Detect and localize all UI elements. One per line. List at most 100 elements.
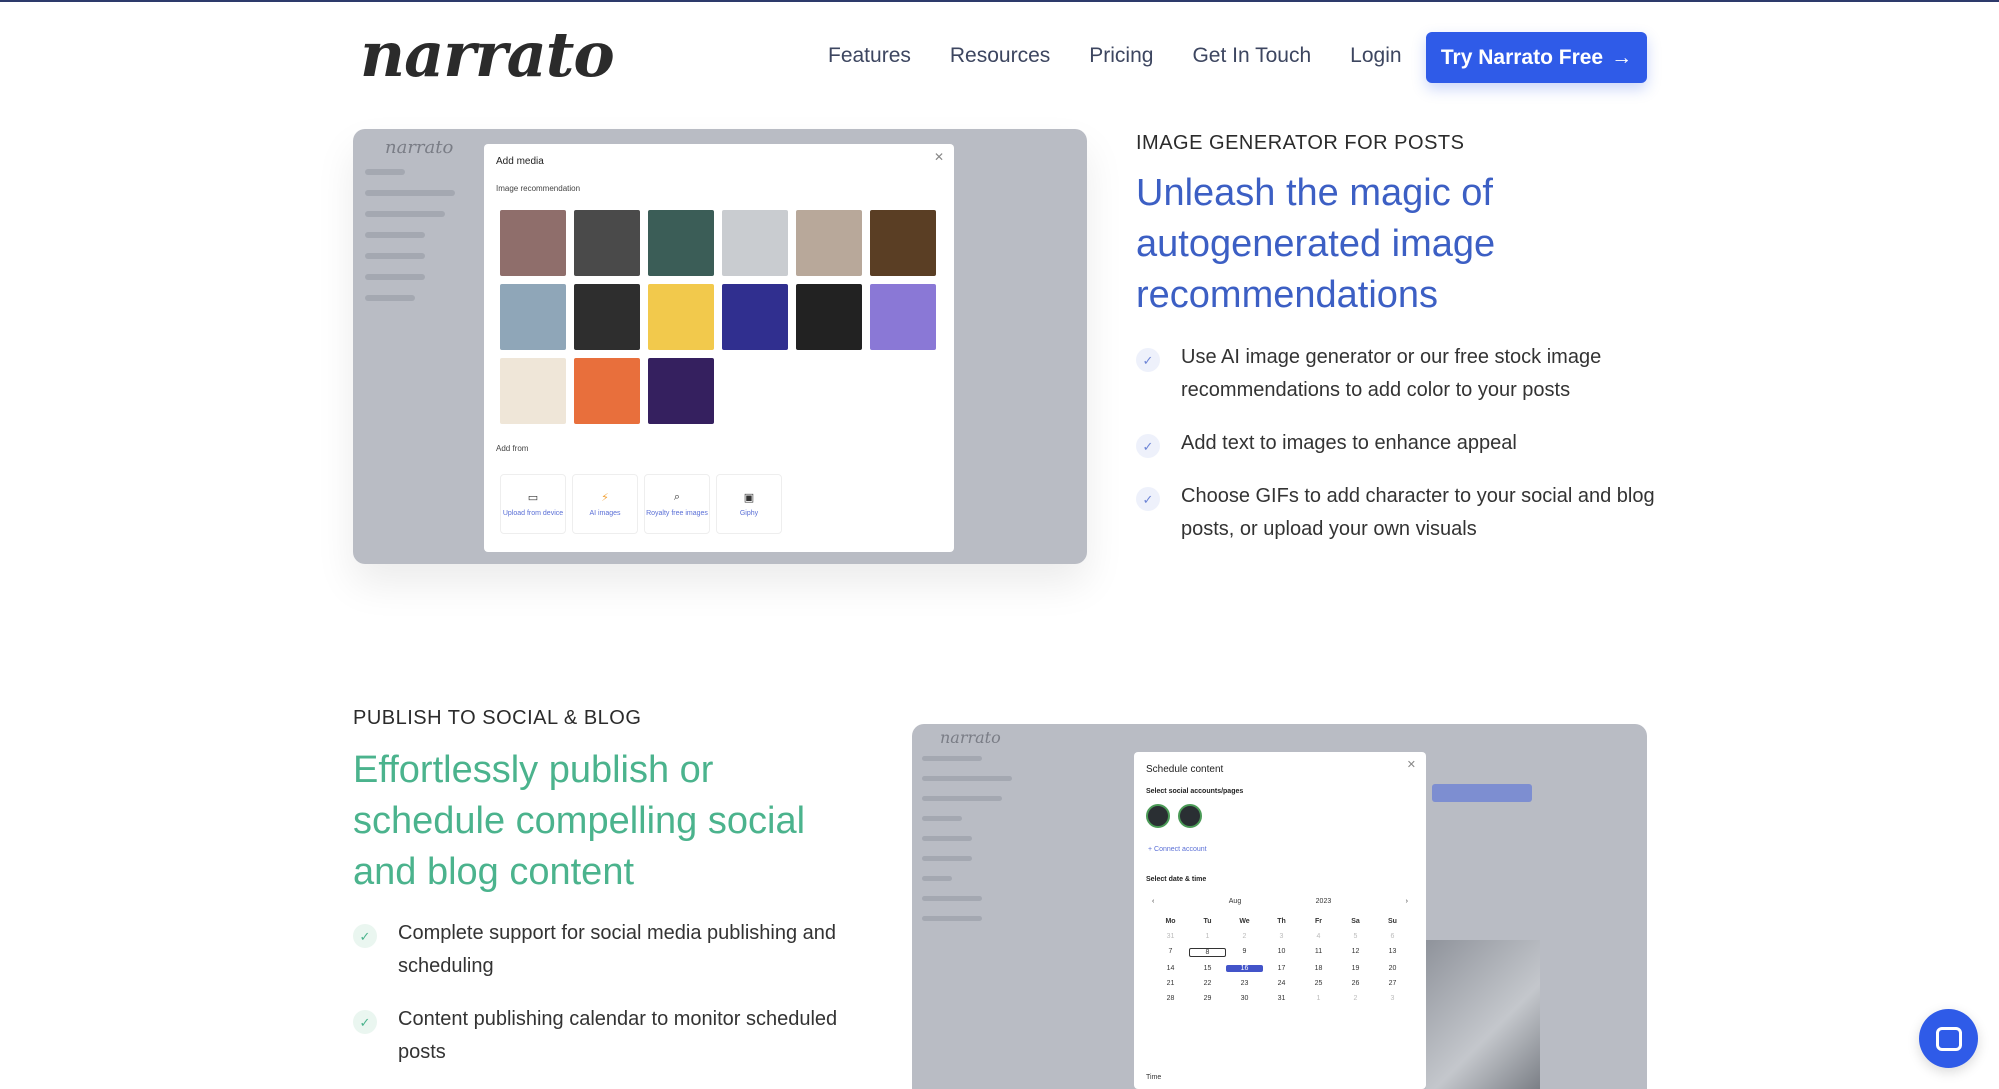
mockup-sidebar	[365, 169, 465, 316]
calendar-day: 24	[1277, 980, 1286, 987]
media-sources: ▭ Upload from device ⚡ AI images ⌕ Royalty …	[500, 474, 782, 534]
calendar-weekday: Su	[1388, 918, 1397, 925]
calendar-day: 3	[1279, 933, 1284, 940]
ai-images-option: ⚡ AI images	[572, 474, 638, 534]
calendar-day: 29	[1203, 995, 1212, 1002]
image-thumbnail	[574, 358, 640, 424]
image-thumbnail-grid	[500, 210, 940, 424]
list-item: ✓ Complete support for social media publi…	[353, 917, 873, 983]
narrato-logo[interactable]: narrato	[360, 18, 615, 91]
calendar-day: 28	[1166, 995, 1175, 1002]
calendar-day: 1	[1316, 995, 1321, 1002]
calendar-day: 11	[1314, 948, 1323, 955]
image-generator-screenshot: narrato Add media ✕ Image recommendation…	[353, 129, 1087, 564]
calendar-day: 6	[1390, 933, 1395, 940]
arrow-right-icon: →	[1611, 45, 1633, 69]
cta-label: Try Narrato Free	[1440, 45, 1604, 69]
calendar-day: 10	[1277, 948, 1286, 955]
connect-account-link: + Connect account	[1148, 846, 1207, 853]
calendar-day: 26	[1351, 980, 1360, 987]
check-icon: ✓	[1136, 434, 1160, 458]
time-label: Time	[1146, 1074, 1162, 1081]
image-generator-eyebrow: IMAGE GENERATOR FOR POSTS	[1136, 132, 1465, 154]
chevron-left-icon: ‹	[1152, 898, 1155, 905]
calendar-day: 27	[1388, 980, 1397, 987]
calendar-weekday: We	[1239, 918, 1250, 925]
image-thumbnail	[870, 210, 936, 276]
mockup-logo: narrato	[385, 137, 454, 158]
avatar	[1178, 804, 1202, 828]
chat-launcher-button[interactable]	[1919, 1009, 1978, 1068]
image-thumbnail	[722, 210, 788, 276]
calendar-day: 3	[1390, 995, 1395, 1002]
select-date-time-label: Select date & time	[1146, 876, 1207, 883]
nav-login[interactable]: Login	[1350, 44, 1401, 68]
schedule-content-screenshot: narrato Schedule content ✕ Select social…	[912, 724, 1647, 1089]
gif-icon: ▣	[743, 492, 755, 504]
calendar-day: 18	[1314, 965, 1323, 972]
image-recommendation-label: Image recommendation	[496, 184, 581, 193]
image-thumbnail	[648, 210, 714, 276]
add-media-title: Add media	[496, 156, 544, 167]
calendar-day: 5	[1353, 933, 1358, 940]
calendar-day: 30	[1240, 995, 1249, 1002]
account-avatars	[1146, 804, 1202, 828]
image-thumbnail	[500, 358, 566, 424]
calendar-day: 16	[1226, 965, 1263, 972]
select-accounts-label: Select social accounts/pages	[1146, 788, 1244, 795]
mockup-button	[1432, 784, 1532, 802]
image-thumbnail	[648, 358, 714, 424]
publish-eyebrow: PUBLISH TO SOCIAL & BLOG	[353, 707, 642, 729]
check-icon: ✓	[1136, 348, 1160, 372]
royalty-free-images-option: ⌕ Royalty free images	[644, 474, 710, 534]
nav-get-in-touch[interactable]: Get In Touch	[1192, 44, 1311, 68]
calendar-day: 21	[1166, 980, 1175, 987]
calendar-weekday: Sa	[1351, 918, 1360, 925]
calendar-day: 23	[1240, 980, 1249, 987]
calendar-day: 8	[1189, 948, 1226, 957]
lightning-icon: ⚡	[601, 492, 609, 504]
close-icon: ✕	[933, 150, 944, 164]
calendar-day: 2	[1353, 995, 1358, 1002]
image-thumbnail	[796, 210, 862, 276]
nav-resources[interactable]: Resources	[950, 44, 1050, 68]
calendar-weekday: Th	[1277, 918, 1286, 925]
list-item: ✓ Choose GIFs to add character to your so…	[1136, 480, 1656, 546]
calendar-weekday: Tu	[1203, 918, 1212, 925]
calendar-day: 7	[1168, 948, 1173, 955]
nav-features[interactable]: Features	[828, 44, 911, 68]
list-item: ✓ Add text to images to enhance appeal	[1136, 427, 1656, 460]
monitor-icon: ▭	[527, 492, 539, 504]
calendar-month: Aug	[1228, 898, 1242, 905]
upload-from-device-option: ▭ Upload from device	[500, 474, 566, 534]
nav-pricing[interactable]: Pricing	[1089, 44, 1153, 68]
add-media-modal: Add media ✕ Image recommendation Add fro…	[484, 144, 954, 552]
publish-bullets: ✓ Complete support for social media publi…	[353, 917, 873, 1089]
calendar-day: 25	[1314, 980, 1323, 987]
image-thumbnail	[870, 284, 936, 350]
calendar-grid: Mo Tu We Th Fr Sa Su 31 1 2 3 4 5 6 7 8 9 10 11 12 13 14 15 16 1…	[1152, 918, 1416, 1002]
try-narrato-free-button[interactable]: Try Narrato Free →	[1426, 32, 1647, 83]
image-thumbnail	[574, 284, 640, 350]
check-icon: ✓	[353, 1010, 377, 1034]
mockup-photo	[1426, 940, 1540, 1089]
publish-headline: Effortlessly publish or schedule compell…	[353, 749, 806, 893]
calendar-day: 19	[1351, 965, 1360, 972]
calendar-day: 1	[1205, 933, 1210, 940]
calendar-header: ‹ Aug 2023 ›	[1152, 898, 1408, 905]
mockup-logo: narrato	[940, 728, 1001, 747]
image-thumbnail	[796, 284, 862, 350]
calendar-day: 20	[1388, 965, 1397, 972]
calendar-day: 22	[1203, 980, 1212, 987]
calendar-day: 31	[1277, 995, 1286, 1002]
mockup-sidebar	[922, 756, 1032, 936]
check-icon: ✓	[353, 924, 377, 948]
calendar-day: 9	[1242, 948, 1247, 955]
calendar-weekday: Fr	[1315, 918, 1322, 925]
chat-icon	[1935, 1026, 1962, 1051]
chevron-right-icon: ›	[1405, 898, 1408, 905]
search-icon: ⌕	[673, 491, 681, 503]
calendar-day: 31	[1166, 933, 1175, 940]
calendar-day: 2	[1242, 933, 1247, 940]
main-nav: Features Resources Pricing Get In Touch …	[828, 44, 1441, 68]
